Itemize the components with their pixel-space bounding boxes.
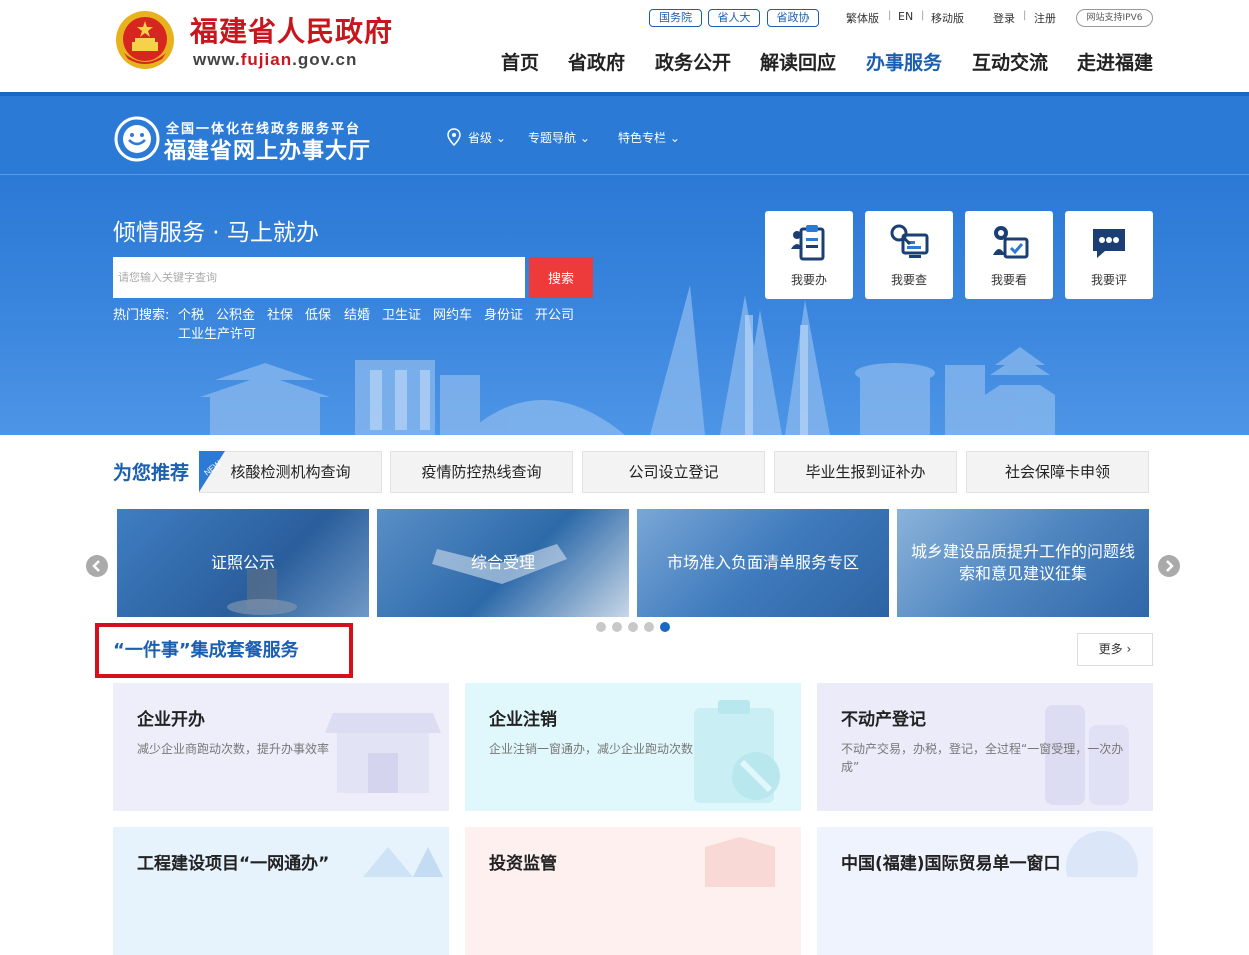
chevron-left-icon [92,560,100,572]
hot-term[interactable]: 个税 [178,304,204,323]
nav-interpretation[interactable]: 解读回应 [760,48,836,75]
recommend-title: 为您推荐 [113,462,190,484]
hot-search-label: 热门搜索: [113,308,170,323]
hot-term[interactable]: 网约车 [433,304,472,323]
carousel-dot[interactable] [596,622,606,632]
nav-government-affairs[interactable]: 政务公开 [655,48,731,75]
quick-action-apply[interactable]: 我要办 [765,211,853,299]
location-pin-icon [447,128,461,146]
new-badge: NEW [199,451,225,492]
carousel-dot-active[interactable] [660,622,670,632]
chevron-right-icon: › [1122,642,1132,656]
hot-term[interactable]: 工业生产许可 [178,323,256,342]
nav-home[interactable]: 首页 [501,48,539,75]
shield-icon [705,837,775,887]
search-monitor-icon [890,224,929,258]
hot-term[interactable]: 身份证 [484,304,523,323]
package-card-business-cancellation[interactable]: 企业注销 企业注销一窗通办，减少企业跑动次数 [465,683,801,811]
currency-icon [1066,831,1138,877]
recommend-item[interactable]: 社会保障卡申领 [966,451,1149,493]
quick-action-label: 我要评 [1090,273,1127,287]
hall-title[interactable]: 福建省网上办事大厅 [164,133,371,165]
nav-about-fujian[interactable]: 走进福建 [1077,48,1153,75]
viewing-icon [993,226,1029,259]
link-provincial-congress[interactable]: 省人大 [708,9,760,27]
package-card-business-setup[interactable]: 企业开办 减少企业商跑动次数，提升办事效率 [113,683,449,811]
package-card-real-estate[interactable]: 不动产登记 不动产交易，办税，登记，全过程“一窗受理，一次办成” [817,683,1153,811]
more-button[interactable]: 更多 › [1077,633,1153,666]
carousel-slide[interactable]: 城乡建设品质提升工作的问题线索和意见建议征集 [897,509,1149,617]
carousel-slide[interactable]: 市场准入负面清单服务专区 [637,509,889,617]
chevron-down-icon: ⌄ [492,131,506,145]
ipv6-badge: 网站支持IPV6 [1076,9,1153,27]
nav-interaction[interactable]: 互动交流 [972,48,1048,75]
highlight-box [95,623,353,678]
site-title[interactable]: 福建省人民政府 [190,10,393,50]
package-card-construction[interactable]: 工程建设项目“一网通办” [113,827,449,955]
quick-action-view[interactable]: 我要看 [965,211,1053,299]
site-url: www.fujian.gov.cn [193,50,358,69]
chevron-right-icon [1166,560,1174,572]
quick-action-label: 我要看 [990,273,1027,287]
site-header [0,0,1249,94]
nav-provincial-government[interactable]: 省政府 [568,48,625,75]
recommend-item[interactable]: 疫情防控热线查询 [390,451,573,493]
quick-action-query[interactable]: 我要查 [865,211,953,299]
chevron-down-icon: ⌄ [666,131,680,145]
link-english[interactable]: EN [898,10,913,23]
carousel-prev-button[interactable] [86,555,108,577]
hall-nav-features[interactable]: 特色专栏 ⌄ [618,129,680,146]
link-mobile[interactable]: 移动版 [931,10,964,26]
recommend-item[interactable]: 公司设立登记 [582,451,765,493]
recommend-item[interactable]: 毕业生报到证补办 [774,451,957,493]
quick-action-evaluate[interactable]: 我要评 [1065,211,1153,299]
hall-nav-topics[interactable]: 专题导航 ⌄ [528,129,590,146]
register-link[interactable]: 注册 [1034,10,1056,26]
package-card-investment[interactable]: 投资监管 [465,827,801,955]
link-traditional-chinese[interactable]: 繁体版 [846,10,879,26]
hot-term[interactable]: 社保 [267,304,293,323]
carousel-slide[interactable]: 综合受理 [377,509,629,617]
hot-term[interactable]: 开公司 [535,304,574,323]
quick-action-label: 我要办 [790,273,827,287]
carousel-dot[interactable] [644,622,654,632]
carousel-dot[interactable] [628,622,638,632]
hot-term[interactable]: 卫生证 [382,304,421,323]
package-card-trade-window[interactable]: 中国(福建)国际贸易单一窗口 [817,827,1153,955]
chevron-down-icon: ⌄ [576,131,590,145]
carousel-next-button[interactable] [1158,555,1180,577]
carousel-slide[interactable]: 证照公示 [117,509,369,617]
hall-nav-province[interactable]: 省级 ⌄ [468,129,506,146]
hot-term[interactable]: 结婚 [344,304,370,323]
nav-services[interactable]: 办事服务 [866,48,942,75]
link-state-council[interactable]: 国务院 [649,9,702,27]
search-input[interactable] [113,257,525,298]
search-button[interactable]: 搜索 [529,257,593,298]
national-emblem-icon [116,11,174,69]
service-hall-logo-icon [114,116,160,162]
carousel-dot[interactable] [612,622,622,632]
hero-title: 倾情服务 · 马上就办 [113,220,319,246]
quick-action-label: 我要查 [890,273,927,287]
construction-icon [363,847,443,877]
clipboard-icon [791,225,825,261]
chat-bubble-icon [1093,229,1125,258]
hot-term[interactable]: 低保 [305,304,331,323]
login-link[interactable]: 登录 [993,10,1015,26]
link-provincial-cppcc[interactable]: 省政协 [767,9,819,27]
hot-term[interactable]: 公积金 [216,304,255,323]
